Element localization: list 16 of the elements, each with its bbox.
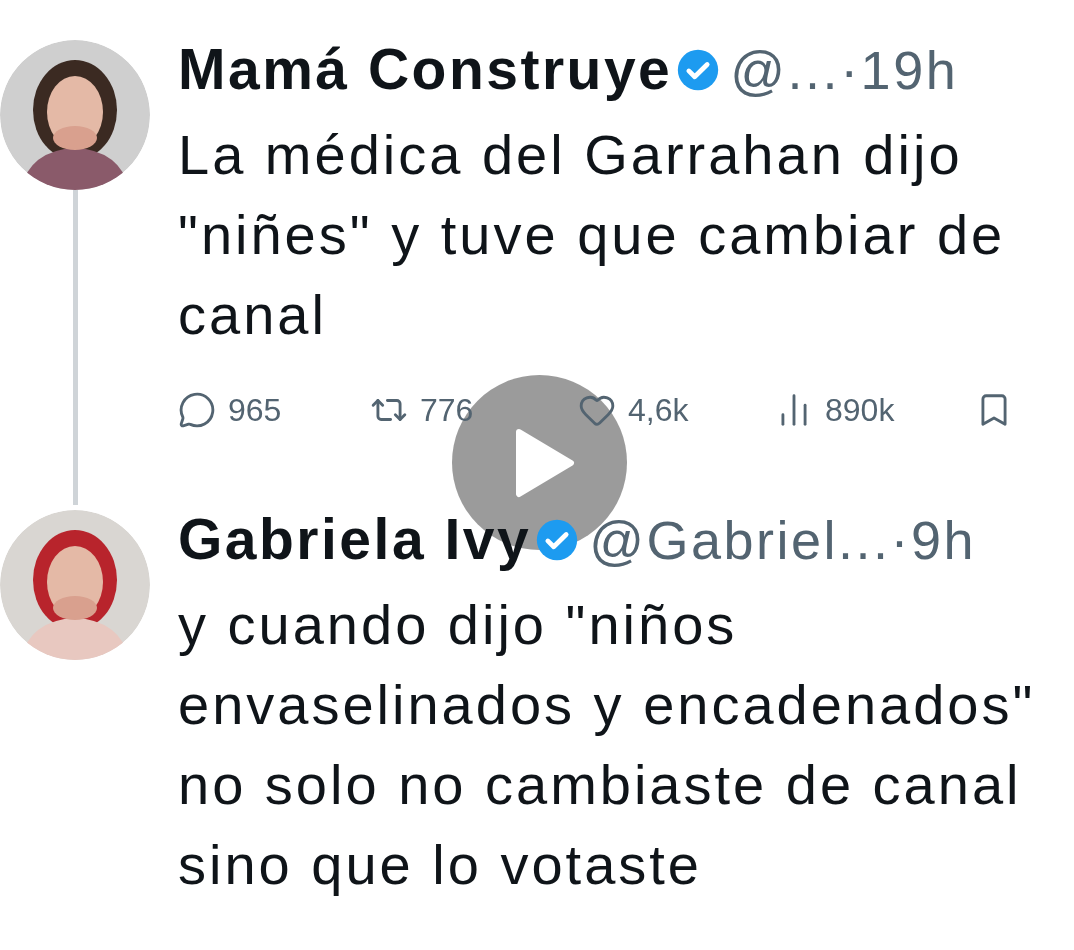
post-time: ·19h (840, 38, 959, 102)
reply-icon[interactable] (178, 391, 216, 429)
verified-badge-icon (676, 48, 721, 92)
post-time: ·9h (890, 508, 977, 572)
post-text: y cuando dijo "niños envaselinados y encadenados" no solo no cambiaste de canal sino que lo votaste (178, 592, 1037, 898)
action-count: 776 (420, 391, 474, 430)
action-count: 4,6k (628, 391, 689, 430)
action-count: 965 (228, 391, 282, 430)
post-text: La médica del Garrahan dijo "niñes" y tuve que cambiar de canal (178, 122, 1007, 348)
author-handle: @... (730, 38, 841, 102)
author-handle: @Gabriel... (589, 508, 891, 572)
play-icon (514, 427, 575, 498)
action-count: 890k (825, 391, 895, 430)
author-name: Gabriela Ivy (178, 506, 532, 574)
verified-badge-icon (535, 518, 580, 562)
author-name: Mamá Construye (178, 36, 673, 104)
